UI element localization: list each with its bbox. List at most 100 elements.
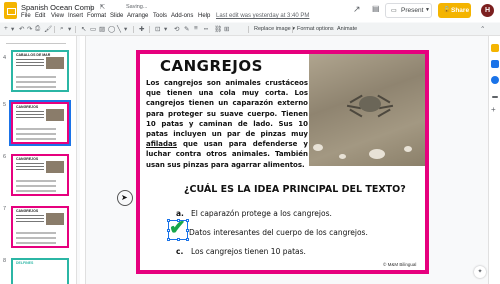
select-icon[interactable]: ↖ — [81, 25, 86, 33]
chevron-down-icon[interactable]: ▾ — [68, 25, 71, 33]
chevron-down-icon[interactable]: ▼ — [425, 7, 430, 13]
present-button[interactable]: ▭ Present ▼ — [385, 3, 432, 18]
thumbnail-text-line — [16, 166, 44, 167]
divider-line — [492, 96, 498, 98]
slide-thumbnail-6[interactable]: CANGREJOS — [11, 154, 69, 196]
paint-format-icon[interactable]: 🖌 — [44, 25, 52, 33]
print-icon[interactable]: ⎙ — [35, 25, 40, 33]
option-c-letter: c. — [176, 247, 184, 256]
slide-content: CANGREJOS Los cangrejos son animales cru… — [140, 54, 425, 270]
slide-thumbnail-5[interactable]: CANGREJOS — [9, 100, 71, 146]
menu-view[interactable]: View — [51, 13, 64, 19]
resize-handle[interactable] — [167, 219, 170, 222]
menu-slide[interactable]: Slide — [110, 13, 123, 19]
resize-handle[interactable] — [186, 219, 189, 222]
slide-thumbnail-8[interactable]: DELFINES — [11, 258, 69, 284]
present-icon: ▭ — [391, 8, 397, 14]
link-icon[interactable]: ⛓ — [214, 25, 222, 33]
menu-insert[interactable]: Insert — [68, 13, 83, 19]
thumbnail-text-line — [16, 163, 44, 164]
slide-number: 4 — [3, 55, 7, 61]
image-icon[interactable]: ▨ — [99, 25, 105, 33]
thumbnail-photo — [46, 57, 64, 69]
border-weight-icon[interactable]: ≡ — [194, 25, 198, 32]
mask-icon[interactable]: ▾ — [164, 25, 167, 33]
menu-edit[interactable]: Edit — [35, 13, 45, 19]
option-b-text[interactable]: Datos interesantes del cuerpo de los can… — [189, 228, 368, 237]
border-dash-icon[interactable]: ┅ — [204, 25, 208, 33]
animate-button[interactable]: Animate — [337, 26, 357, 32]
undo-icon[interactable]: ↶ — [19, 25, 24, 33]
comments-icon[interactable]: ▤ — [372, 4, 380, 13]
thumbnail-answer-line — [16, 190, 56, 192]
thumbnail-answer-line — [16, 81, 56, 83]
option-a-text[interactable]: El caparazón protege a los cangrejos. — [191, 209, 332, 218]
share-button[interactable]: 🔒 Share — [438, 3, 471, 18]
menu-help[interactable]: Help — [198, 13, 210, 19]
resize-handle[interactable] — [167, 238, 170, 241]
activity-icon[interactable]: ↗ — [353, 4, 361, 15]
shell-shape — [404, 146, 412, 152]
chevron-down-icon[interactable]: ▾ — [124, 25, 127, 33]
redo-icon[interactable]: ↷ — [27, 25, 32, 33]
slide-thumbnail-7[interactable]: CANGREJOS — [11, 206, 69, 248]
new-slide-icon[interactable]: + — [4, 25, 8, 32]
explore-icon[interactable]: ✦ — [474, 266, 486, 278]
thumbnail-text-line — [16, 221, 44, 222]
toolbar: + ▾ ↶ ↷ ⎙ 🖌 ⌕ ▾ ↖ ▭ ▨ ◯ ╲ ▾ ✚ ⊡ ▾ ⟲ ✎ ≡ … — [0, 23, 500, 36]
thumbnail-text-line — [16, 169, 44, 170]
filmstrip-divider — [6, 43, 66, 44]
slide-number: 5 — [3, 102, 7, 108]
present-label: Present — [401, 7, 424, 14]
menu-addons[interactable]: Add-ons — [171, 13, 193, 19]
calendar-icon[interactable] — [491, 60, 499, 68]
slides-app: Spanish Ocean Comp ☆ ⇱ Saving... ↗ ▤ ▭ P… — [0, 0, 500, 284]
menu-tools[interactable]: Tools — [153, 13, 167, 19]
resize-handle[interactable] — [167, 229, 170, 232]
keep-icon[interactable] — [491, 44, 499, 52]
border-color-icon[interactable]: ✎ — [184, 25, 189, 33]
slide-thumbnail-4[interactable]: CABALLOS DE MAR — [11, 50, 69, 92]
slide-paragraph[interactable]: Los cangrejos son animales crustáceos qu… — [146, 78, 308, 170]
thumbnail-answer-line — [16, 128, 56, 130]
tasks-icon[interactable] — [491, 76, 499, 84]
add-ons-plus-icon[interactable]: + — [491, 106, 499, 114]
comment-icon[interactable]: ✚ — [139, 25, 144, 33]
slide-title[interactable]: CANGREJOS — [160, 57, 263, 75]
textbox-icon[interactable]: ▭ — [90, 25, 96, 33]
vertical-ruler — [80, 36, 86, 284]
current-slide[interactable]: CANGREJOS Los cangrejos son animales cru… — [136, 50, 429, 274]
thumbnail-title: CANGREJOS — [16, 209, 39, 213]
slide-filmstrip[interactable]: 4 CABALLOS DE MAR 5 CANGREJOS 6 CANGREJO… — [0, 36, 77, 284]
avatar[interactable]: H — [481, 4, 494, 17]
line-icon[interactable]: ╲ — [117, 25, 121, 33]
crab-photo[interactable] — [309, 54, 425, 166]
thumbnail-text-line — [16, 114, 44, 115]
last-edit-link[interactable]: Last edit was yesterday at 3:40 PM — [216, 13, 309, 19]
shape-icon[interactable]: ◯ — [108, 25, 115, 33]
collapse-toolbar-icon[interactable]: ⌃ — [480, 25, 485, 33]
crab-leg — [378, 104, 394, 109]
menu-format[interactable]: Format — [87, 13, 106, 19]
toolbar-divider — [54, 26, 55, 33]
reset-image-icon[interactable]: ⟲ — [174, 25, 179, 33]
replace-image-button[interactable]: Replace image ▾ — [254, 26, 295, 32]
alt-text-icon[interactable]: ⊞ — [224, 25, 229, 33]
thumbnail-answer-line — [16, 185, 56, 187]
checkmark-image-selection[interactable]: ✔ — [167, 218, 189, 241]
resize-handle[interactable] — [177, 238, 180, 241]
format-options-button[interactable]: Format options — [297, 26, 334, 32]
question-heading[interactable]: ¿CUÁL ES LA IDEA PRINCIPAL DEL TEXTO? — [184, 184, 406, 195]
resize-handle[interactable] — [177, 219, 180, 222]
menu-file[interactable]: File — [21, 13, 31, 19]
thumbnail-answer-line — [16, 232, 56, 234]
menu-arrange[interactable]: Arrange — [127, 13, 148, 19]
resize-handle[interactable] — [186, 238, 189, 241]
toolbar-divider — [133, 26, 134, 33]
zoom-icon[interactable]: ⌕ — [60, 25, 64, 33]
thumbnail-title: CANGREJOS — [16, 105, 39, 109]
option-c-text[interactable]: Los cangrejos tienen 10 patas. — [191, 247, 306, 256]
thumbnail-answer-line — [16, 133, 56, 135]
crop-icon[interactable]: ⊡ — [155, 25, 160, 33]
chevron-down-icon[interactable]: ▾ — [11, 25, 14, 33]
